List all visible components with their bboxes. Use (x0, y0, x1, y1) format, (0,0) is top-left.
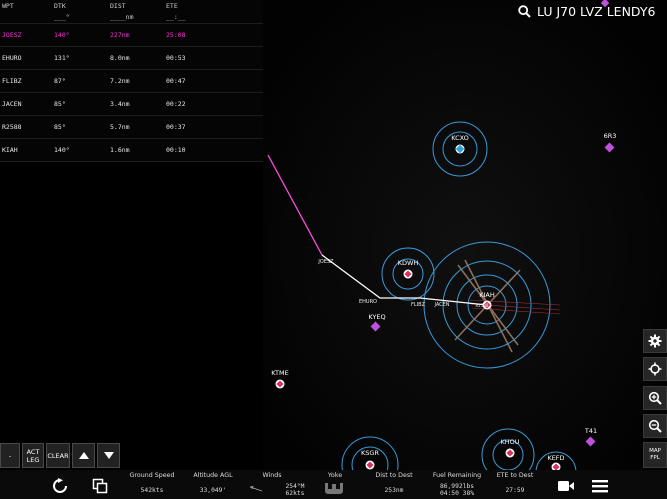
col-dist: DIST (110, 1, 126, 10)
flight-plan-cell-dist: 227nm (110, 31, 130, 39)
waypoint-label: EHURO (359, 299, 377, 305)
flight-plan-cell-dist: 7.2nm (110, 77, 130, 85)
airport-label: KCXO (451, 134, 469, 142)
flight-plan-cell-ete: 00:22 (166, 100, 186, 108)
flight-plan-cell-dtk: 85° (54, 123, 66, 131)
flight-plan-cell-ete: 00:47 (166, 77, 186, 85)
triangle-up-icon (78, 452, 89, 459)
flight-plan-cell-wpt: FLIBZ (2, 77, 22, 85)
flight-plan-cell-dtk: 87° (54, 77, 66, 85)
airport-label: KSGR (361, 449, 379, 457)
center-map-button[interactable] (643, 357, 667, 381)
airport-label: KHOU (500, 438, 520, 446)
airport-khou[interactable] (505, 448, 515, 458)
map-fpl-line1: MAP (649, 448, 661, 454)
flight-plan-cell-wpt: KIAH (2, 146, 18, 154)
yoke-icon (325, 483, 343, 494)
flight-plan-row[interactable]: R2588 85° 5.7nm 00:37 (0, 116, 263, 139)
airport-label: 6R3 (603, 132, 617, 140)
flight-plan-cell-wpt: R2588 (2, 123, 22, 131)
airport-label: KDWH (397, 259, 419, 267)
flight-plan-cell-ete: 00:10 (166, 146, 186, 154)
zoom-out-button[interactable] (643, 414, 667, 438)
restart-icon (53, 478, 67, 493)
flight-plan-row[interactable]: KIAH 140° 1.6nm 00:10 (0, 139, 263, 162)
waypoint-label: R2588 (475, 303, 489, 308)
col-ete: ETE (166, 1, 178, 10)
flight-plan-cell-wpt: EHURO (2, 54, 22, 62)
flight-plan-cell-dist: 3.4nm (110, 100, 130, 108)
flight-plan-cell-dist: 1.6nm (110, 146, 130, 154)
airport-kdwh[interactable] (403, 269, 413, 279)
flight-plan-cell-dist: 5.7nm (110, 123, 130, 131)
airport-label: T41 (584, 427, 598, 435)
copy-icon (92, 478, 108, 494)
remove-waypoint-button[interactable]: - (0, 443, 20, 468)
flight-plan-cell-ete: 25:08 (166, 31, 186, 39)
waypoint-label: JACEN (434, 302, 450, 308)
flight-plan-row[interactable]: EHURO 131° 8.0nm 00:53 (0, 47, 263, 70)
hamburger-icon (592, 480, 608, 493)
airport-ksgr[interactable] (365, 460, 375, 470)
flight-plan-cell-wpt: JOESZ (2, 31, 22, 39)
camera-button[interactable] (556, 476, 576, 496)
flight-plan-blank-row[interactable]: ___° ____nm __:__ (0, 11, 263, 24)
flight-plan-cell-dtk: 140° (54, 31, 70, 39)
flight-plan-header: WPT DTK DIST ETE (0, 0, 263, 11)
flight-plan-cell-wpt: JACEN (2, 100, 22, 108)
flight-plan-table: WPT DTK DIST ETE ___° ____nm __:__ JOESZ… (0, 0, 263, 162)
triangle-down-icon (103, 452, 114, 459)
airport-label: KTME (271, 369, 289, 377)
move-down-button[interactable] (97, 443, 120, 468)
crosshair-icon (648, 362, 662, 376)
wind-arrow-icon (249, 486, 263, 492)
flight-plan-row[interactable]: JACEN 85° 3.4nm 00:22 (0, 93, 263, 116)
flight-plan-cell-dtk: 131° (54, 54, 70, 62)
flight-plan-row[interactable]: FLIBZ 87° 7.2nm 00:47 (0, 70, 263, 93)
flight-plan-cell-ete: 00:53 (166, 54, 186, 62)
copy-button[interactable] (90, 476, 110, 496)
restart-button[interactable] (50, 476, 70, 496)
activate-leg-button[interactable]: ACT LEG (22, 443, 44, 468)
airport-ktme[interactable] (275, 379, 285, 389)
airport-label: KYEQ (368, 313, 386, 321)
flight-plan-cell-ete: 00:37 (166, 123, 186, 131)
video-camera-icon (558, 481, 574, 491)
waypoint-label: JOESZ (318, 259, 334, 265)
route-search-text[interactable]: LU J70 LVZ LENDY6 (537, 4, 655, 19)
flight-plan-cell-dtk: 85° (54, 100, 66, 108)
airport-label: KEFD (547, 454, 565, 462)
col-wpt: WPT (2, 1, 14, 10)
zoom-out-icon (648, 419, 662, 433)
airport-label: KIAH (479, 291, 495, 299)
settings-button[interactable] (643, 329, 667, 353)
gear-icon (648, 334, 662, 348)
col-dtk: DTK (54, 1, 66, 10)
search-icon[interactable] (518, 4, 531, 18)
waypoint-label: FLIBZ (411, 302, 425, 308)
flight-plan-cell-dist: 8.0nm (110, 54, 130, 62)
map-fpl-line2: FPL (650, 455, 660, 461)
airport-kcxo[interactable] (455, 144, 465, 154)
map-background (263, 0, 667, 499)
map-fpl-toggle-button[interactable]: MAP FPL (643, 442, 667, 468)
zoom-in-button[interactable] (643, 386, 667, 410)
clear-plan-button[interactable]: CLEAR (46, 443, 70, 468)
flight-plan-row[interactable]: JOESZ 140° 227nm 25:08 (0, 24, 263, 47)
flight-plan-cell-dtk: 140° (54, 146, 70, 154)
route-search[interactable]: LU J70 LVZ LENDY6 (518, 2, 655, 20)
move-up-button[interactable] (72, 443, 95, 468)
menu-button[interactable] (590, 476, 610, 496)
zoom-in-icon (648, 391, 662, 405)
